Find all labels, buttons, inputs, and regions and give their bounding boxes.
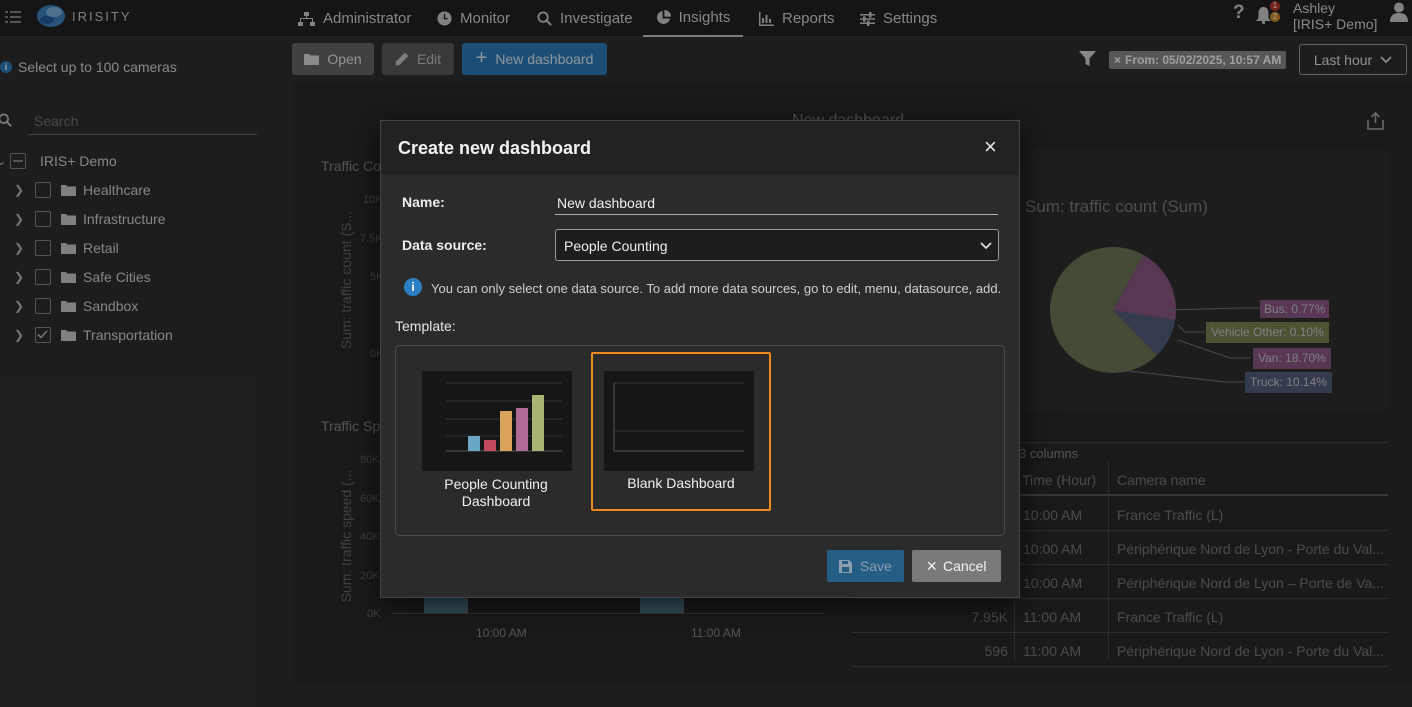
data-source-value: People Counting bbox=[564, 238, 668, 254]
save-icon bbox=[839, 559, 853, 573]
save-button[interactable]: Save bbox=[827, 550, 904, 582]
template-label: Template: bbox=[395, 318, 456, 334]
chevron-down-icon bbox=[980, 242, 992, 250]
name-label: Name: bbox=[402, 194, 445, 210]
create-dashboard-dialog: Create new dashboard × Name: Data source… bbox=[380, 120, 1020, 598]
save-button-label: Save bbox=[860, 558, 892, 574]
template-people-counting[interactable]: People Counting Dashboard bbox=[411, 359, 583, 519]
close-icon: × bbox=[926, 556, 937, 576]
cancel-button-label: Cancel bbox=[942, 558, 987, 574]
template-label-blank-dashboard: Blank Dashboard bbox=[627, 475, 735, 491]
data-source-select[interactable]: People Counting bbox=[555, 229, 999, 261]
datasource-info-text: You can only select one data source. To … bbox=[431, 281, 1002, 296]
dialog-header: Create new dashboard × bbox=[381, 121, 1019, 175]
info-icon: i bbox=[404, 278, 422, 296]
blank-dashboard-thumbnail bbox=[604, 371, 754, 471]
people-counting-thumbnail bbox=[422, 371, 572, 471]
template-label-people-counting: People Counting Dashboard bbox=[444, 476, 548, 509]
close-icon[interactable]: × bbox=[984, 136, 997, 158]
data-source-label: Data source: bbox=[402, 237, 487, 253]
dashboard-name-input[interactable] bbox=[555, 191, 998, 215]
dialog-title: Create new dashboard bbox=[398, 138, 592, 158]
template-blank-dashboard[interactable]: Blank Dashboard bbox=[591, 352, 771, 511]
cancel-button[interactable]: × Cancel bbox=[912, 550, 1001, 582]
